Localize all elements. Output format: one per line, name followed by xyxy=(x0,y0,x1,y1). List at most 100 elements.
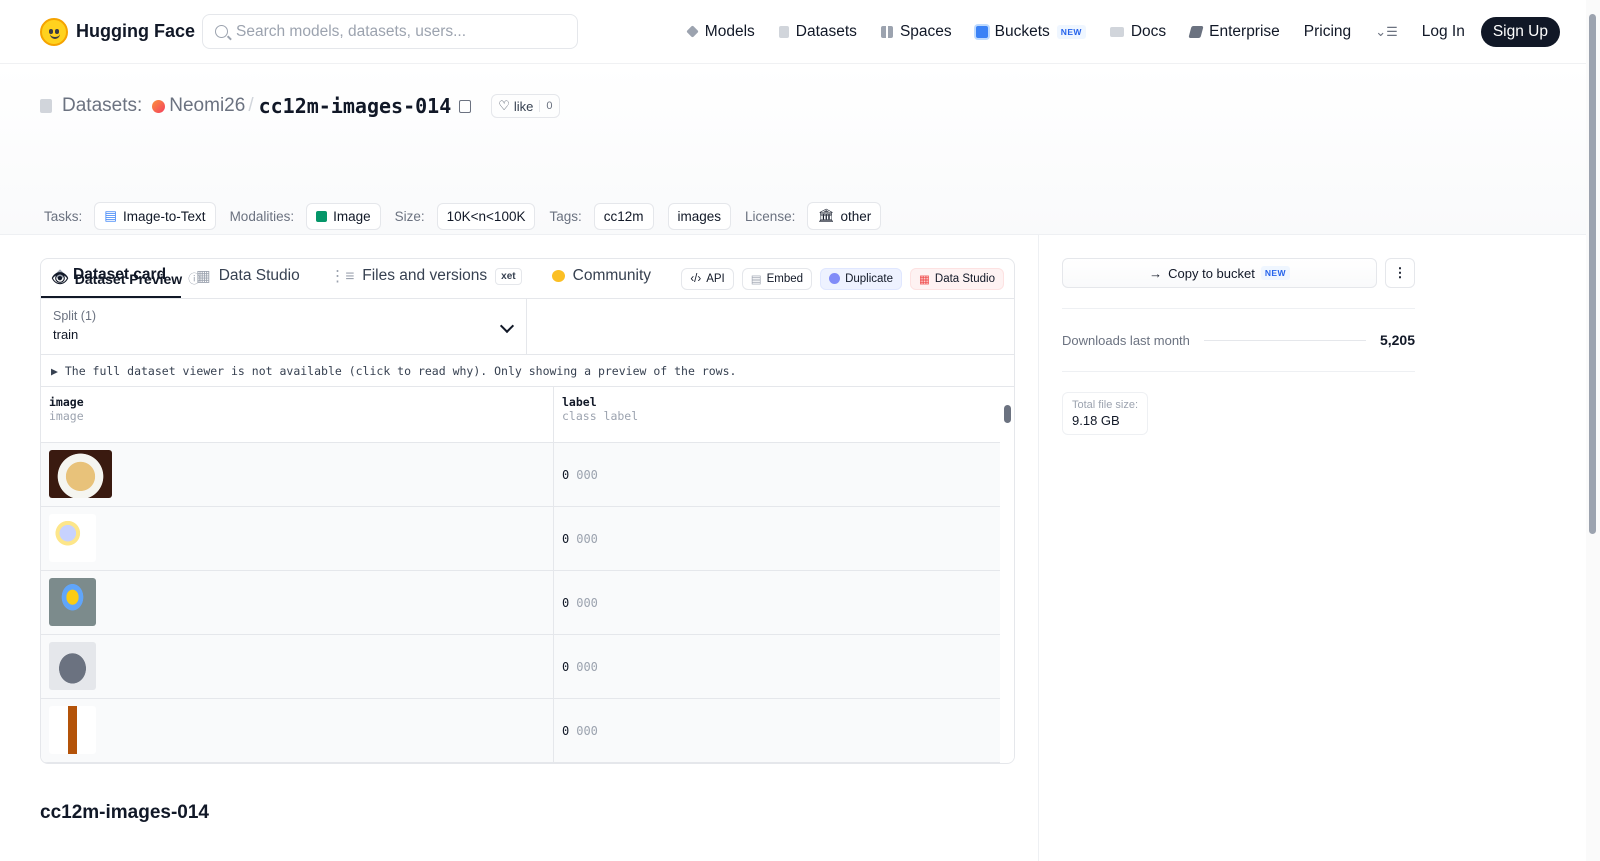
new-badge: NEW xyxy=(1260,266,1290,280)
label-value: 0 xyxy=(562,723,570,738)
license-value: other xyxy=(840,208,872,224)
table-scrollbar[interactable] xyxy=(1000,387,1014,763)
api-button[interactable]: ‹/› API xyxy=(681,267,734,290)
split-label: Split (1) xyxy=(53,309,97,323)
copy-label: Copy to bucket xyxy=(1168,265,1255,281)
page-scrollbar[interactable] xyxy=(1586,0,1600,861)
bank-icon: 🏛 xyxy=(817,208,835,223)
metadata-tags: Tasks: ▤ Image-to-Text Modalities: Image … xyxy=(44,202,887,230)
duplicate-button[interactable]: Duplicate xyxy=(820,267,903,290)
grey-sweater-thumbnail[interactable] xyxy=(49,642,96,690)
table-row[interactable]: 0 000 xyxy=(41,443,1014,507)
info-icon[interactable]: ⓘ xyxy=(188,270,200,287)
search-input[interactable]: Search models, datasets, users... xyxy=(202,14,578,49)
heart-icon: ♡ xyxy=(498,98,510,113)
like-count: 0 xyxy=(539,100,558,112)
label-class-name: 000 xyxy=(576,595,598,610)
tag-modality[interactable]: Image xyxy=(306,202,381,230)
downloads-stat: Downloads last month 5,205 xyxy=(1062,308,1415,372)
nav-models[interactable]: Models xyxy=(675,23,767,41)
owner-avatar xyxy=(152,99,166,113)
brand-logo[interactable]: Hugging Face xyxy=(40,17,202,46)
table-row[interactable]: 0 000 xyxy=(41,699,1014,763)
top-nav: Hugging Face Search models, datasets, us… xyxy=(0,0,1600,64)
column-label-header[interactable]: label class label xyxy=(554,387,646,442)
column-image-header[interactable]: image image xyxy=(41,387,554,442)
scrollbar-thumb[interactable] xyxy=(1004,405,1011,423)
table-row[interactable]: 0 000 xyxy=(41,571,1014,635)
nav-datasets-label: Datasets xyxy=(795,22,857,40)
column-name: image xyxy=(49,395,84,409)
table-header: image image label class label xyxy=(41,387,1014,443)
downloads-value: 5,205 xyxy=(1379,332,1415,348)
food-plate-thumbnail[interactable] xyxy=(49,450,112,498)
tag-license[interactable]: 🏛 other xyxy=(807,202,882,230)
right-sidebar: → Copy to bucket NEW ⋮ Downloads last mo… xyxy=(1062,258,1415,435)
label-class-name: 000 xyxy=(576,659,598,674)
nav-enterprise-label: Enterprise xyxy=(1209,22,1280,40)
more-menu-icon[interactable]: ⌄☰ xyxy=(1363,24,1410,40)
downloads-label: Downloads last month xyxy=(1062,332,1190,348)
column-type: image xyxy=(49,409,84,423)
tag-images[interactable]: images xyxy=(667,202,732,230)
preview-table: image image label class label 0 000 0 000 00… xyxy=(41,387,1014,763)
like-button[interactable]: ♡ like 0 xyxy=(491,94,560,118)
sticker-art-thumbnail[interactable] xyxy=(49,514,96,562)
like-label: like xyxy=(513,98,534,114)
tag-cc12m[interactable]: cc12m xyxy=(593,202,654,230)
hugging-face-logo-icon xyxy=(40,17,68,46)
modality-label: Image xyxy=(333,208,371,224)
owner-link[interactable]: Neomi26 xyxy=(169,95,245,117)
login-label: Log In xyxy=(1421,22,1465,40)
more-options-icon[interactable]: ⋮ xyxy=(1385,258,1415,288)
image-to-text-icon: ▤ xyxy=(104,208,118,223)
nav-buckets[interactable]: Buckets NEW xyxy=(964,23,1098,41)
nav-spaces[interactable]: Spaces xyxy=(869,23,964,41)
brand-name: Hugging Face xyxy=(76,21,196,41)
tag-task[interactable]: ▤ Image-to-Text xyxy=(94,202,216,230)
copy-icon[interactable] xyxy=(459,99,472,113)
label-value: 0 xyxy=(562,531,570,546)
nav-enterprise[interactable]: Enterprise xyxy=(1178,23,1292,41)
repo-name[interactable]: cc12m-images-014 xyxy=(259,94,452,118)
nav-models-label: Models xyxy=(704,22,755,40)
page-scrollbar-thumb[interactable] xyxy=(1589,14,1596,534)
table-row[interactable]: 0 000 xyxy=(41,635,1014,699)
wooden-cross-thumbnail[interactable] xyxy=(49,706,96,754)
viewer-notice[interactable]: ▶ The full dataset viewer is not availab… xyxy=(41,355,1014,387)
breadcrumb: Datasets: Neomi26 / cc12m-images-014 ♡ li… xyxy=(40,64,1560,118)
split-dropdown[interactable]: Split (1) train xyxy=(41,299,527,354)
size-label: Size: xyxy=(394,208,425,224)
embed-button[interactable]: ▤ Embed xyxy=(741,267,813,290)
data-studio-button[interactable]: ▦ Data Studio xyxy=(910,267,1004,290)
column-name: label xyxy=(562,395,597,409)
nav-pricing[interactable]: Pricing xyxy=(1292,23,1363,41)
copy-to-bucket-button[interactable]: → Copy to bucket NEW xyxy=(1062,258,1377,288)
preview-header: 👁 Dataset Preview ⓘ ‹/› API ▤ Embed Duplic… xyxy=(41,259,1014,299)
search-icon xyxy=(215,25,228,38)
nav-docs[interactable]: Docs xyxy=(1098,23,1178,41)
dataset-header: Datasets: Neomi26 / cc12m-images-014 ♡ li… xyxy=(0,64,1600,298)
preview-actions: ‹/› API ▤ Embed Duplicate ▦ Data Studio xyxy=(681,267,1004,290)
label-class-name: 000 xyxy=(576,467,598,482)
hot-air-balloon-thumbnail[interactable] xyxy=(49,578,96,626)
eye-icon: 👁 xyxy=(51,270,69,286)
database-icon xyxy=(40,99,52,113)
duplicate-icon xyxy=(829,273,841,284)
downloads-divider xyxy=(1203,339,1366,341)
dataset-preview: 👁 Dataset Preview ⓘ ‹/› API ▤ Embed Duplic… xyxy=(40,258,1015,764)
login-link[interactable]: Log In xyxy=(1410,23,1477,41)
signup-button[interactable]: Sign Up xyxy=(1480,16,1560,47)
tag-size[interactable]: 10K<n<100K xyxy=(436,202,536,230)
embed-label: Embed xyxy=(766,272,804,285)
license-label: License: xyxy=(745,208,796,224)
arrow-right-icon: → xyxy=(1149,265,1163,281)
label-class-name: 000 xyxy=(576,531,598,546)
grid-icon xyxy=(880,25,893,38)
label-value: 0 xyxy=(562,595,570,610)
table-row[interactable]: 0 000 xyxy=(41,507,1014,571)
column-type: class label xyxy=(562,409,639,423)
nav-datasets[interactable]: Datasets xyxy=(767,23,869,41)
tags-label: Tags: xyxy=(549,208,582,224)
table-icon: ▦ xyxy=(919,273,930,286)
